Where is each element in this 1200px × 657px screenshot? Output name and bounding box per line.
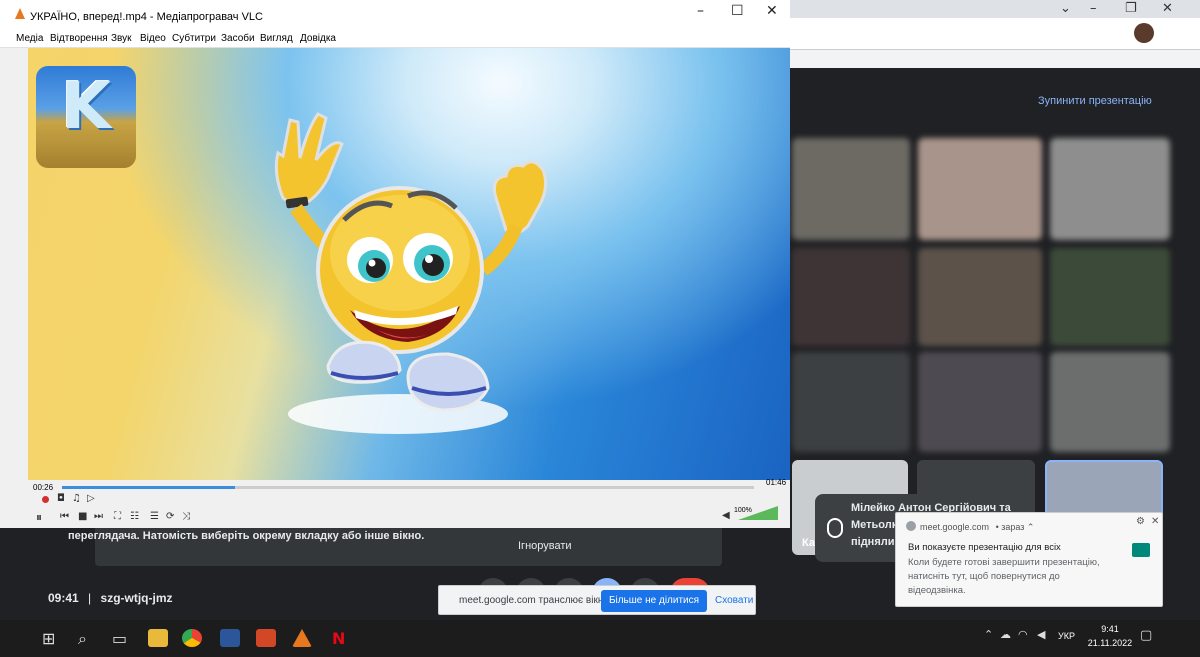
meet-icon (1132, 543, 1150, 557)
menu-view[interactable]: Вигляд (260, 33, 293, 44)
powerpoint-icon[interactable] (256, 629, 276, 647)
extended-settings-icon[interactable]: ☷ (130, 511, 139, 522)
chrome-icon (906, 521, 916, 531)
minimize-icon[interactable]: – (697, 3, 704, 19)
vlc-menubar: Медіа Відтворення Звук Відео Субтитри За… (0, 28, 790, 48)
notification-time: • зараз ⌃ (995, 522, 1035, 532)
close-icon[interactable]: ✕ (1151, 516, 1159, 527)
tile-label: Ка (802, 537, 815, 549)
hand-icon (827, 518, 843, 538)
gear-icon[interactable]: ⚙ (1136, 516, 1145, 527)
menu-audio[interactable]: Звук (111, 33, 132, 44)
shuffle-icon[interactable]: ⤨ (182, 511, 190, 522)
meeting-separator: | (88, 591, 92, 605)
menu-subtitles[interactable]: Субтитри (172, 33, 216, 44)
participant-tile[interactable] (918, 138, 1042, 240)
vlc-cone-icon (15, 8, 25, 19)
avatar[interactable] (1134, 23, 1154, 43)
clock-date: 21.11.2022 (1087, 637, 1133, 648)
word-icon[interactable] (220, 629, 240, 647)
close-icon[interactable]: ✕ (766, 3, 778, 19)
presenting-warning-text: переглядача. Натомість виберіть окрему в… (68, 530, 425, 542)
loop-ab-icon[interactable]: ♫ (72, 493, 81, 504)
file-explorer-icon[interactable] (148, 629, 168, 647)
clock-time: 9:41 (1101, 624, 1119, 634)
chrome-notification[interactable]: meet.google.com • зараз ⌃ ⚙ ✕ Ви показує… (895, 512, 1163, 607)
participant-tile[interactable] (918, 352, 1042, 452)
stop-sharing-button[interactable]: Більше не ділитися (601, 590, 707, 612)
loop-icon[interactable]: ⟳ (166, 511, 174, 522)
stop-icon[interactable]: ■ (78, 511, 87, 522)
previous-icon[interactable]: ⏮ (60, 511, 69, 522)
pause-icon[interactable]: ⏸ (36, 510, 42, 525)
vlc-window: УКРАЇНО, вперед!.mp4 - Медіапрогравач VL… (0, 0, 790, 528)
chevron-down-icon[interactable]: ⌄ (1060, 1, 1071, 16)
hide-button[interactable]: Сховати (715, 595, 753, 606)
notification-title: Ви показуєте презентацію для всіх (908, 542, 1061, 553)
notification-source: meet.google.com (920, 522, 990, 532)
notifications-icon[interactable]: ▢ (1140, 628, 1152, 643)
raised-hand-line-2: Метьолк (851, 519, 898, 531)
menu-video[interactable]: Відео (140, 33, 166, 44)
task-view-icon[interactable]: ▭ (112, 629, 127, 648)
raised-hand-line-3: підняли (851, 536, 895, 548)
participant-tile[interactable] (918, 248, 1042, 346)
minimize-icon[interactable]: – (1090, 1, 1097, 16)
speaker-icon[interactable]: ◀ (722, 510, 730, 521)
total-time: 01:46 (766, 478, 787, 487)
participant-tile[interactable] (1050, 352, 1170, 452)
frame-step-icon[interactable]: ▷ (87, 493, 95, 504)
notification-body: Коли будете готові завершити презентацію… (908, 557, 1100, 596)
cloud-icon[interactable]: ☁ (1000, 628, 1011, 641)
video-area[interactable]: K (28, 48, 790, 480)
menu-playback[interactable]: Відтворення (50, 33, 108, 44)
fullscreen-icon[interactable]: ⛶ (114, 511, 121, 522)
windows-start-icon[interactable]: ⊞ (42, 629, 55, 648)
notification-header: meet.google.com • зараз ⌃ (906, 521, 1034, 533)
record-icon[interactable] (42, 496, 49, 503)
menu-help[interactable]: Довідка (300, 33, 336, 44)
next-icon[interactable]: ⏭ (94, 511, 103, 522)
share-message: meet.google.com транслює вікно. (459, 595, 612, 606)
chrome-taskbar-icon[interactable] (182, 629, 202, 647)
participant-tile[interactable] (792, 138, 910, 240)
participant-tile[interactable] (792, 248, 910, 346)
close-icon[interactable]: ✕ (1162, 1, 1173, 16)
elapsed-time: 00:26 (33, 483, 54, 492)
meeting-code: szg-wtjq-jmz (100, 591, 173, 605)
desktop-screen: ⌄ – ❐ ✕ ■ ⇪ ☆ ▣ Зупинити презентацію Ка … (0, 0, 1200, 657)
screen-share-bar: meet.google.com транслює вікно. Більше н… (438, 585, 756, 615)
chrome-titlebar: ⌄ – ❐ ✕ (780, 0, 1200, 18)
participant-tile[interactable] (792, 352, 910, 452)
language-indicator[interactable]: УКР (1058, 631, 1075, 641)
wifi-icon[interactable]: ◠ (1018, 628, 1028, 641)
participant-tile[interactable] (1050, 138, 1170, 240)
participant-tile[interactable] (1050, 248, 1170, 346)
menu-media[interactable]: Медіа (16, 33, 43, 44)
tray-expand-icon[interactable]: ⌃ (984, 628, 993, 641)
menu-tools[interactable]: Засоби (221, 33, 255, 44)
vlc-title: УКРАЇНО, вперед!.mp4 - Медіапрогравач VL… (30, 11, 263, 23)
meeting-time: 09:41 (48, 591, 79, 605)
volume-level: 100% (734, 507, 752, 514)
playlist-icon[interactable]: ☰ (150, 511, 159, 522)
volume-icon[interactable]: ◀ (1037, 628, 1045, 641)
maximize-icon[interactable]: ❐ (1125, 1, 1137, 16)
taskbar-clock[interactable]: 9:41 21.11.2022 (1085, 623, 1135, 650)
seek-progress (62, 486, 235, 489)
search-icon[interactable]: ⌕ (78, 629, 87, 649)
smiley-illustration (274, 112, 548, 434)
maximize-icon[interactable]: ☐ (731, 3, 744, 19)
vlc-titlebar: УКРАЇНО, вперед!.mp4 - Медіапрогравач VL… (0, 0, 790, 28)
snapshot-icon[interactable]: ◘ (57, 493, 65, 504)
meeting-info: 09:41 | szg-wtjq-jmz (48, 591, 173, 605)
netflix-icon[interactable]: N (332, 629, 345, 648)
ignore-button[interactable]: Ігнорувати (518, 540, 572, 552)
stop-presentation-link[interactable]: Зупинити презентацію (1038, 95, 1152, 107)
